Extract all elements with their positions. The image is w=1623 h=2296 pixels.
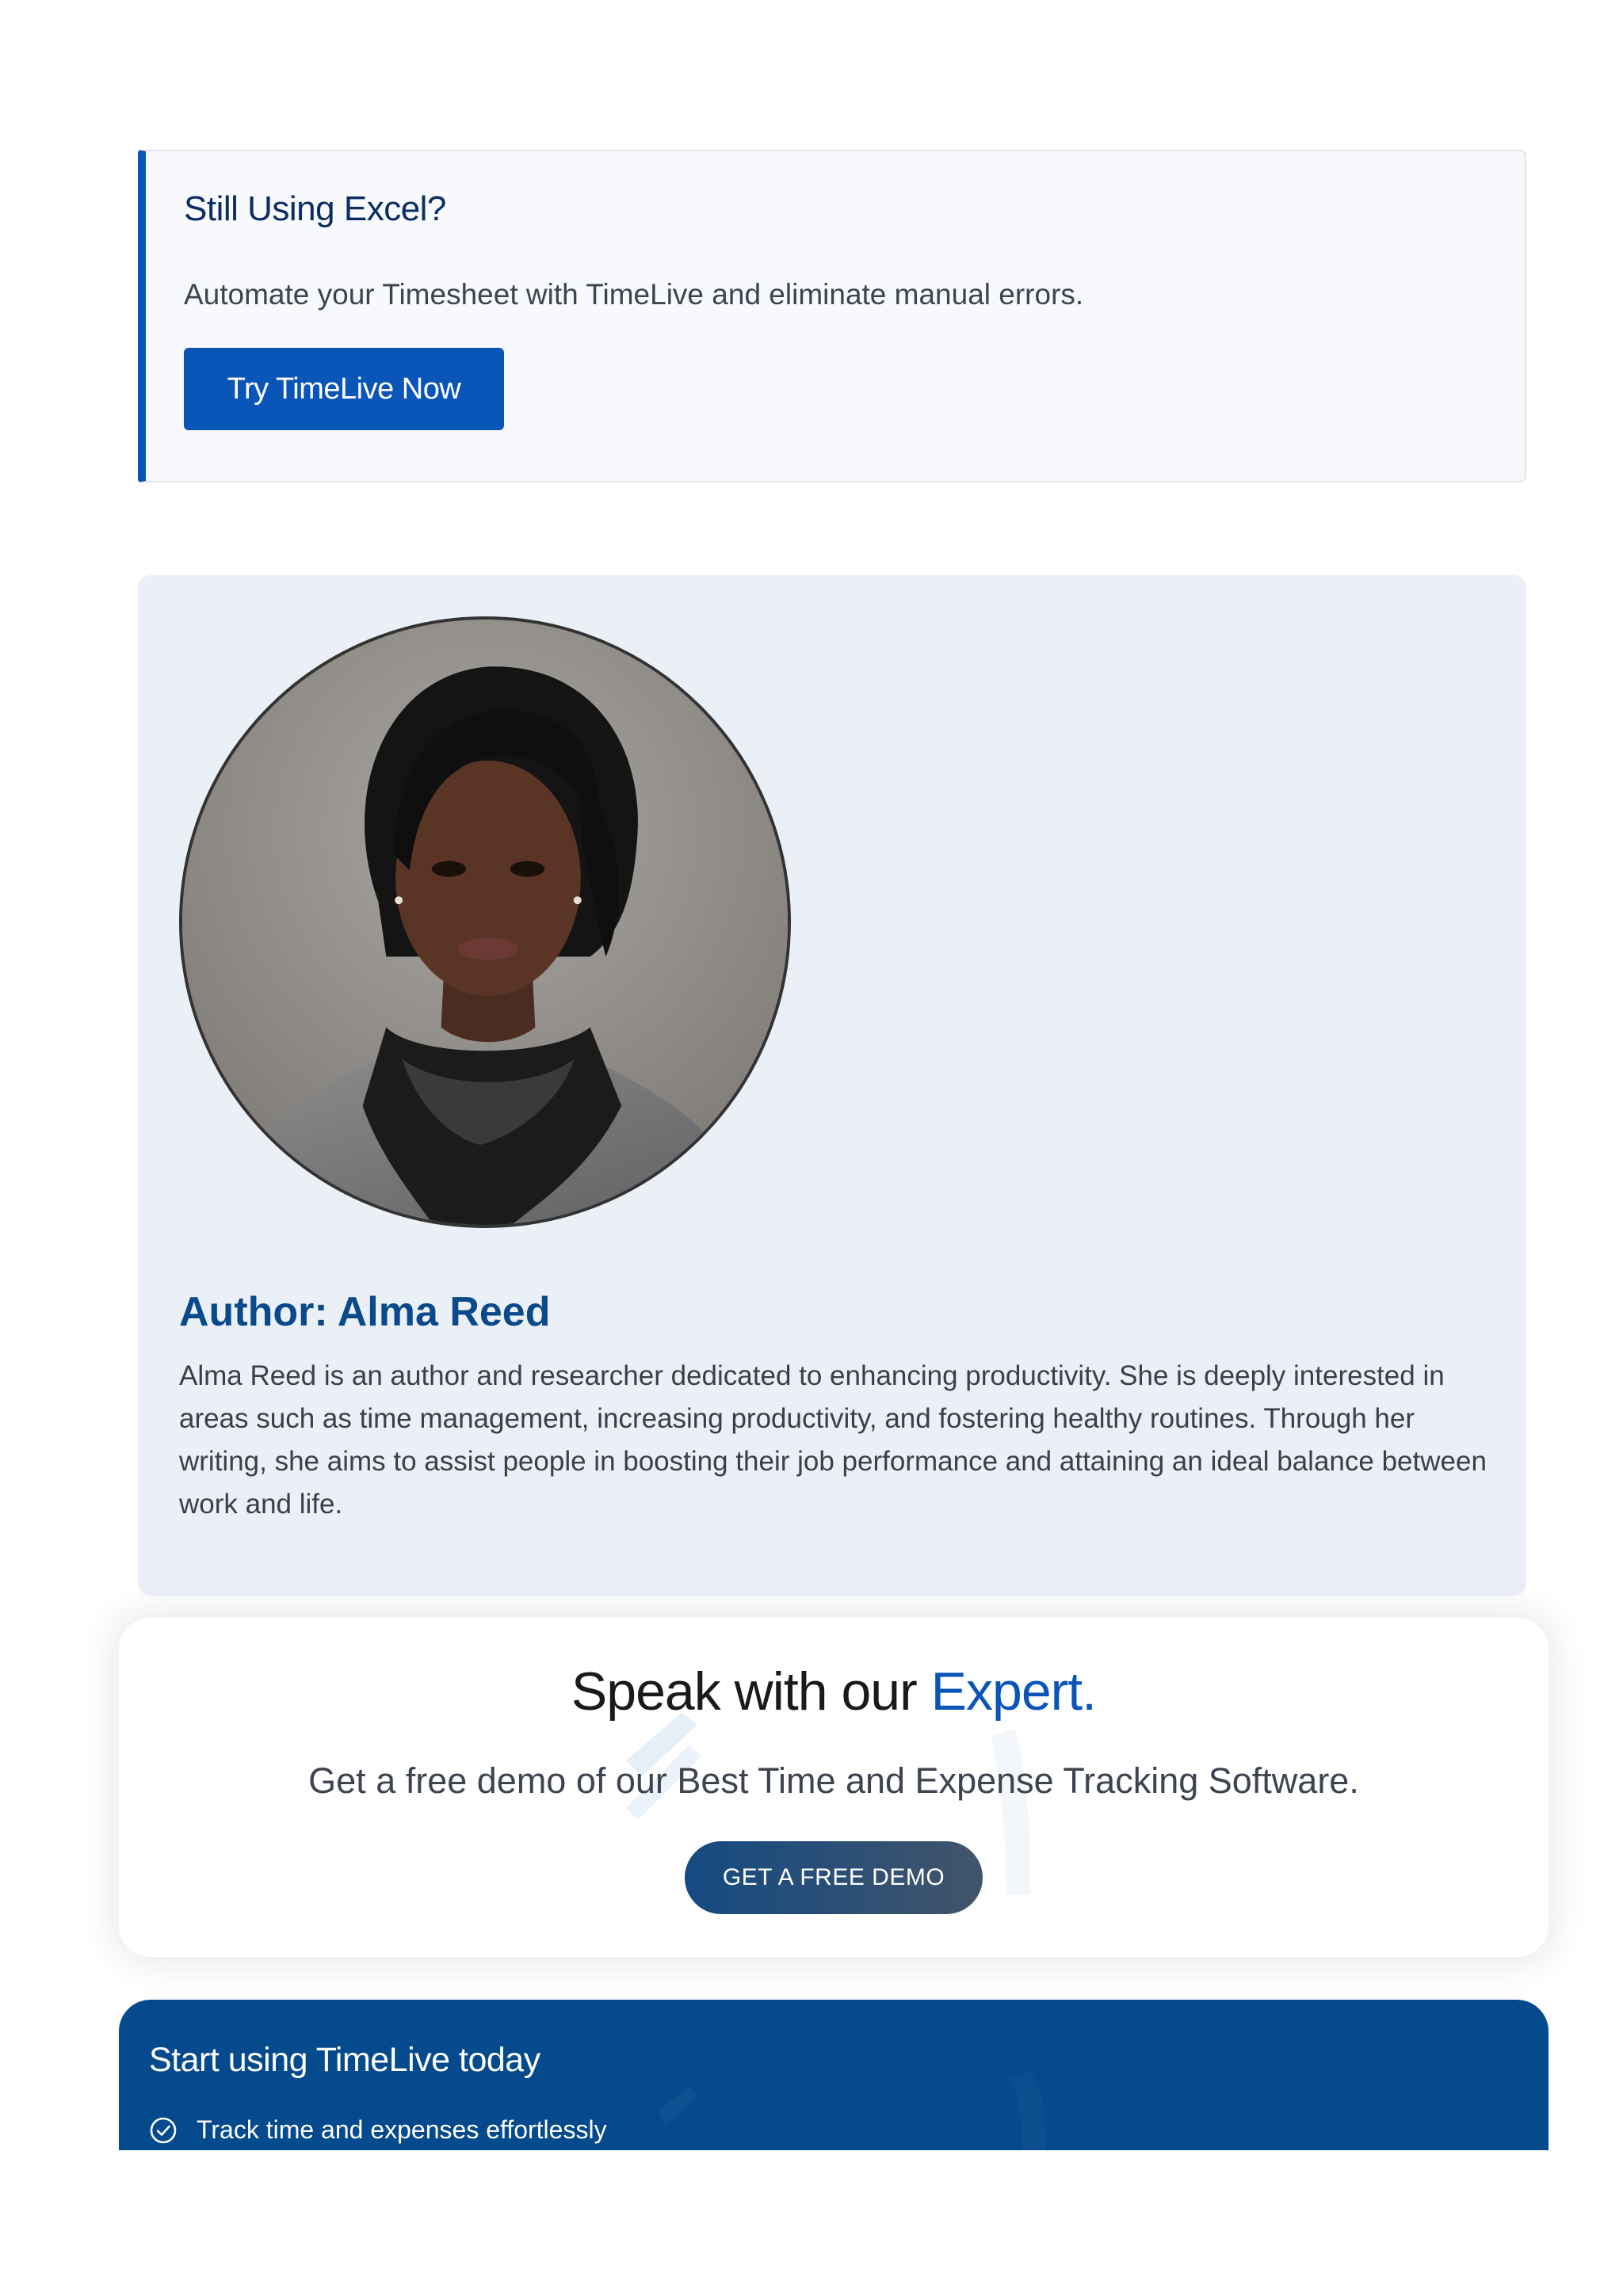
feature-item: Track time and expenses effortlessly	[149, 2115, 607, 2145]
author-name: Alma Reed	[337, 1289, 551, 1335]
author-label: Author:	[179, 1289, 328, 1335]
author-portrait-image	[182, 620, 788, 1225]
excel-cta-title: Still Using Excel?	[184, 189, 446, 228]
get-free-demo-button[interactable]: GET A FREE DEMO	[685, 1841, 983, 1914]
start-title: Start using TimeLive today	[149, 2041, 540, 2079]
expert-title-prefix: Speak with our	[571, 1661, 918, 1722]
author-card: Author: Alma Reed Alma Reed is an author …	[138, 575, 1526, 1596]
check-circle-icon	[150, 2117, 177, 2143]
start-using-card: Start using TimeLive today Track time an…	[119, 2000, 1549, 2150]
excel-cta-text: Automate your Timesheet with TimeLive an…	[184, 278, 1084, 311]
author-heading: Author: Alma Reed	[179, 1288, 550, 1336]
expert-title-accent: Expert.	[930, 1661, 1097, 1722]
excel-cta-box: Still Using Excel? Automate your Timeshe…	[138, 150, 1526, 482]
author-bio: Alma Reed is an author and researcher de…	[179, 1360, 1487, 1520]
feature-text: Track time and expenses effortlessly	[197, 2115, 607, 2144]
expert-subtitle: Get a free demo of our Best Time and Exp…	[308, 1760, 1359, 1801]
expert-title: Speak with our Expert.	[119, 1661, 1549, 1722]
try-timelive-button[interactable]: Try TimeLive Now	[184, 348, 504, 430]
author-avatar	[179, 616, 791, 1228]
expert-demo-card: Speak with our Expert. Get a free demo o…	[119, 1618, 1549, 1957]
